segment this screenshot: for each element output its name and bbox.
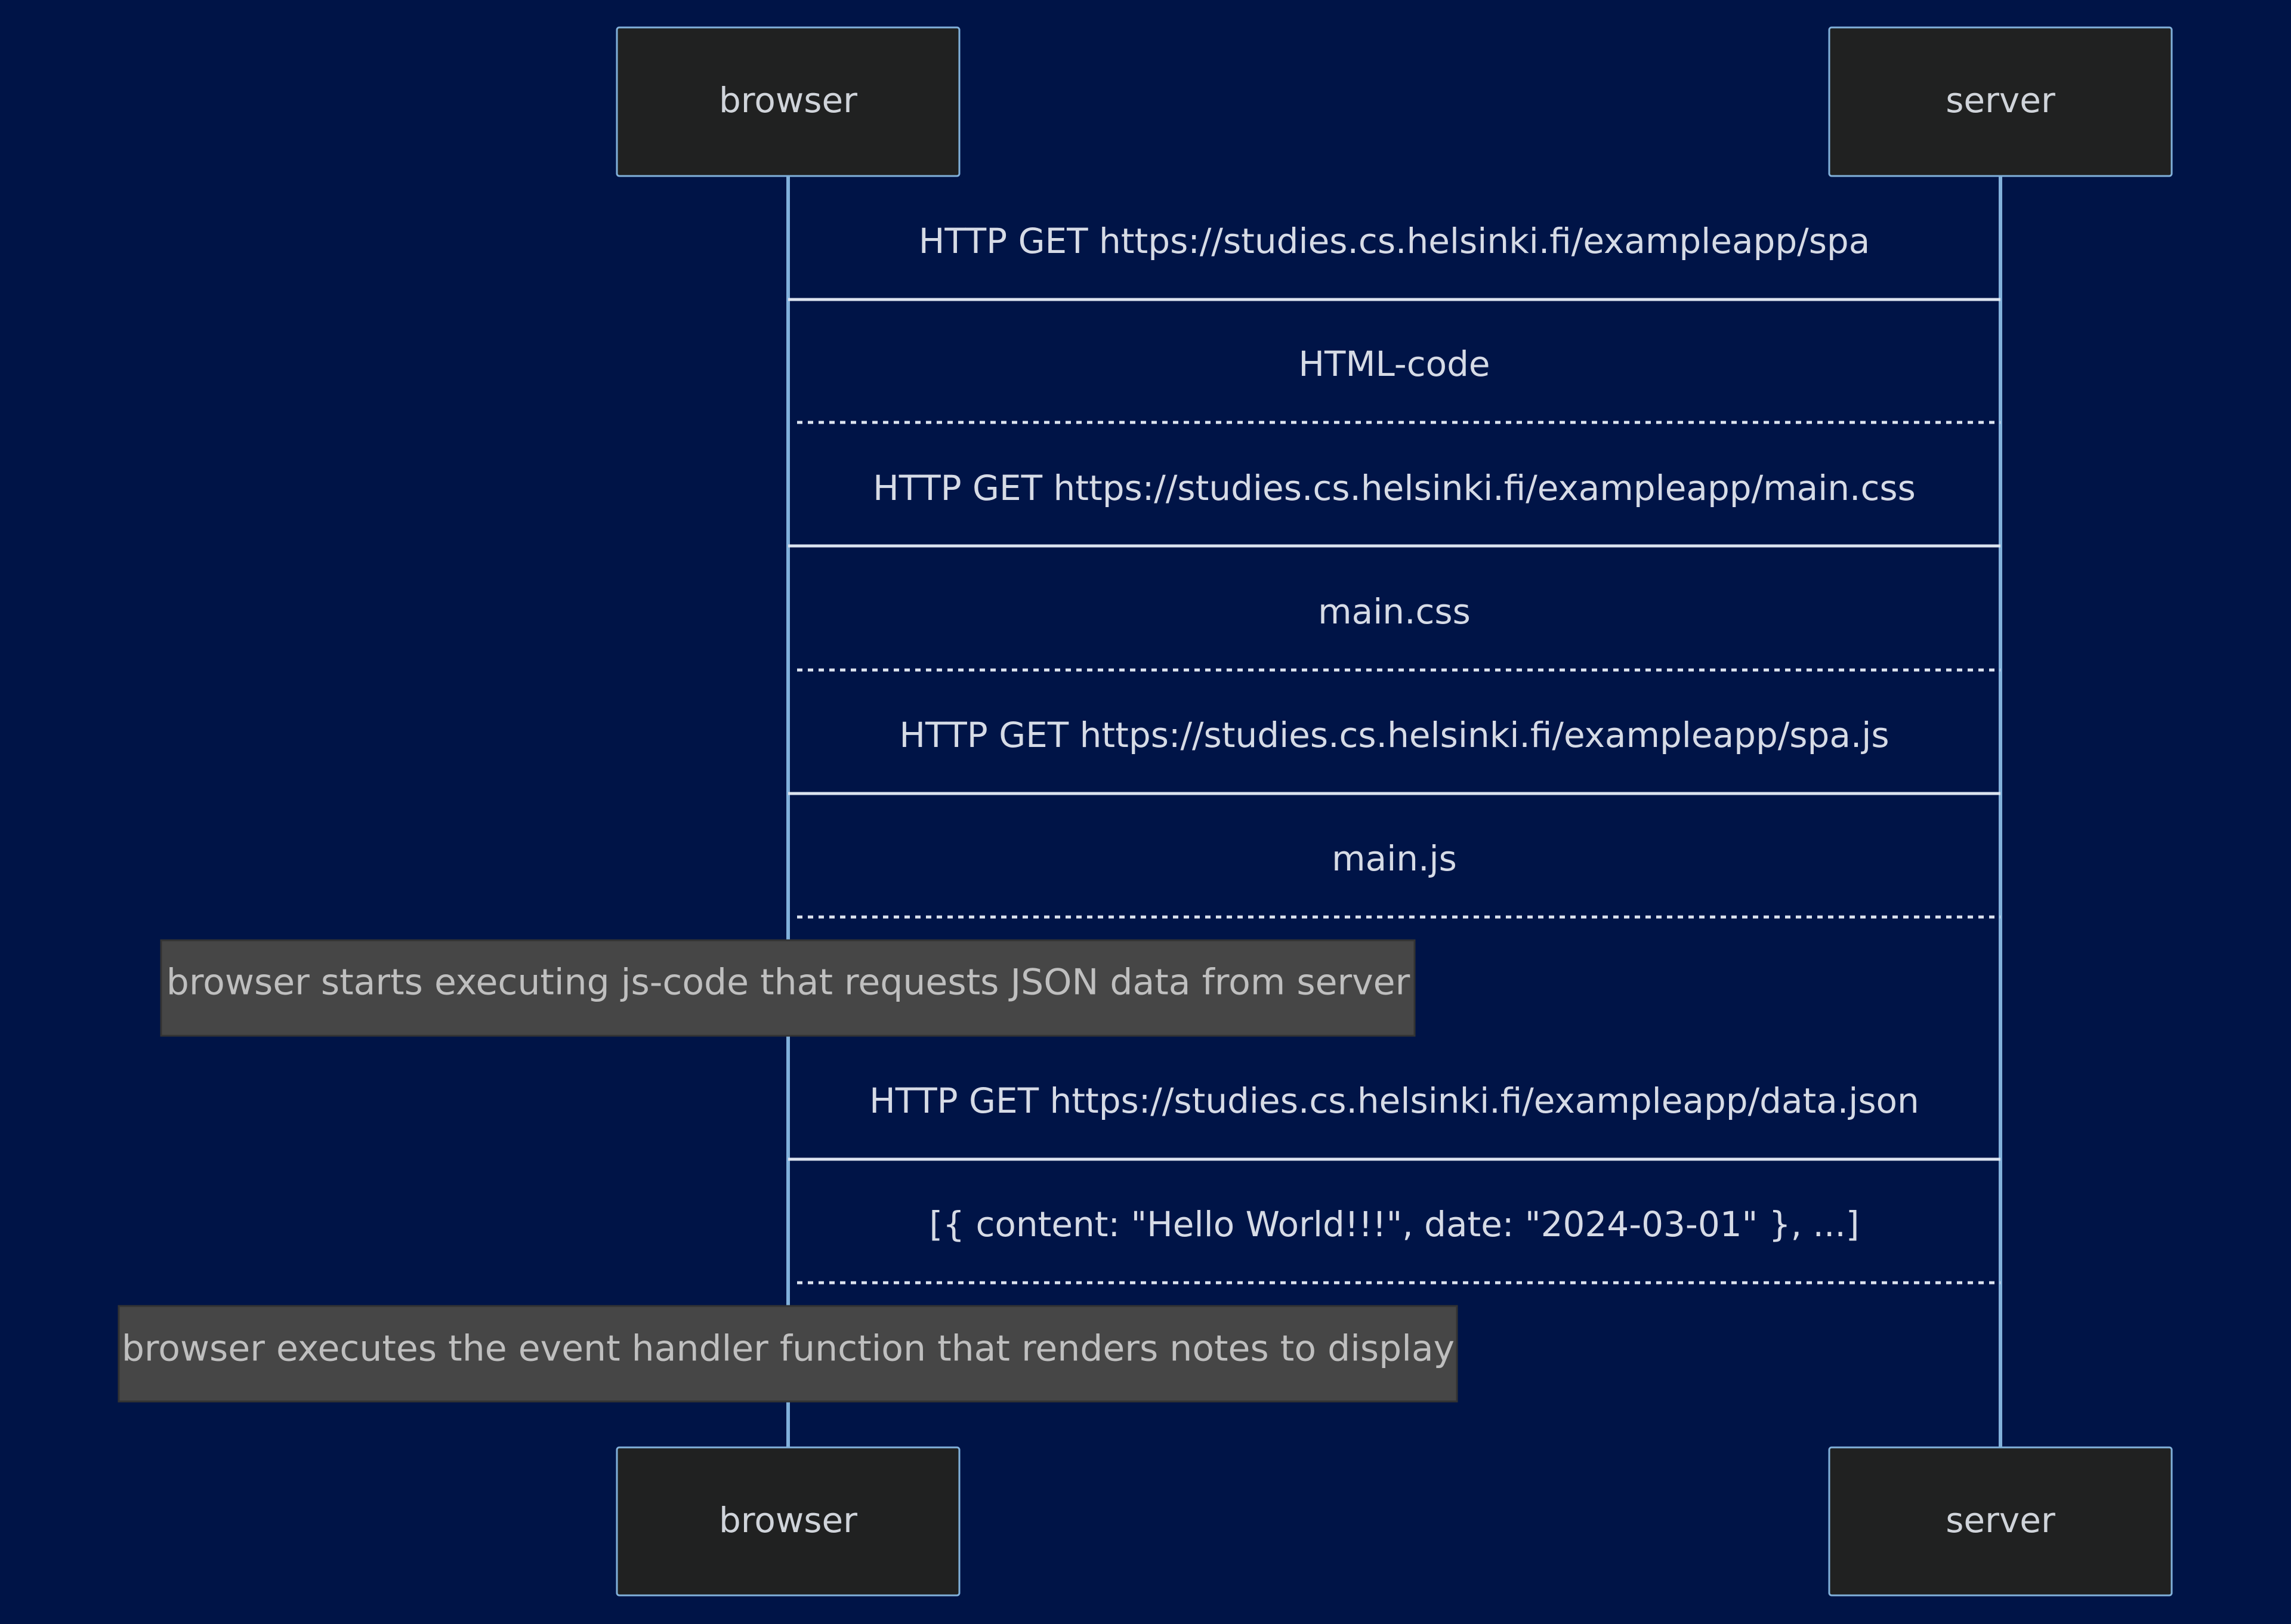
sequence-diagram: browser server HTTP GET https://studies.… [0,0,2291,1624]
actor-browser-bottom: browser [616,1446,961,1597]
note-1-text: browser starts executing js-code that re… [166,962,1410,1004]
message-8-label: [{ content: "Hello World!!!", date: "202… [930,1204,1860,1245]
note-1: browser starts executing js-code that re… [160,939,1416,1037]
note-2-text: browser executes the event handler funct… [122,1328,1455,1370]
message-1-label: HTTP GET https://studies.cs.helsinki.fi/… [919,221,1870,261]
note-2: browser executes the event handler funct… [118,1305,1458,1403]
actor-server-top: server [1828,26,2173,177]
actor-browser-bottom-label: browser [719,1500,857,1540]
actor-server-bottom: server [1828,1446,2173,1597]
message-3-label: HTTP GET https://studies.cs.helsinki.fi/… [873,468,1916,508]
actor-server-top-label: server [1946,80,2055,121]
message-6-label: main.js [1332,838,1457,879]
actor-server-bottom-label: server [1946,1500,2055,1540]
message-2-label: HTML-code [1298,344,1490,384]
message-5-label: HTTP GET https://studies.cs.helsinki.fi/… [899,715,1889,755]
message-7-label: HTTP GET https://studies.cs.helsinki.fi/… [869,1080,1919,1121]
actor-browser-top-label: browser [719,80,857,121]
message-4-label: main.css [1318,591,1471,632]
actor-browser-top: browser [616,26,961,177]
